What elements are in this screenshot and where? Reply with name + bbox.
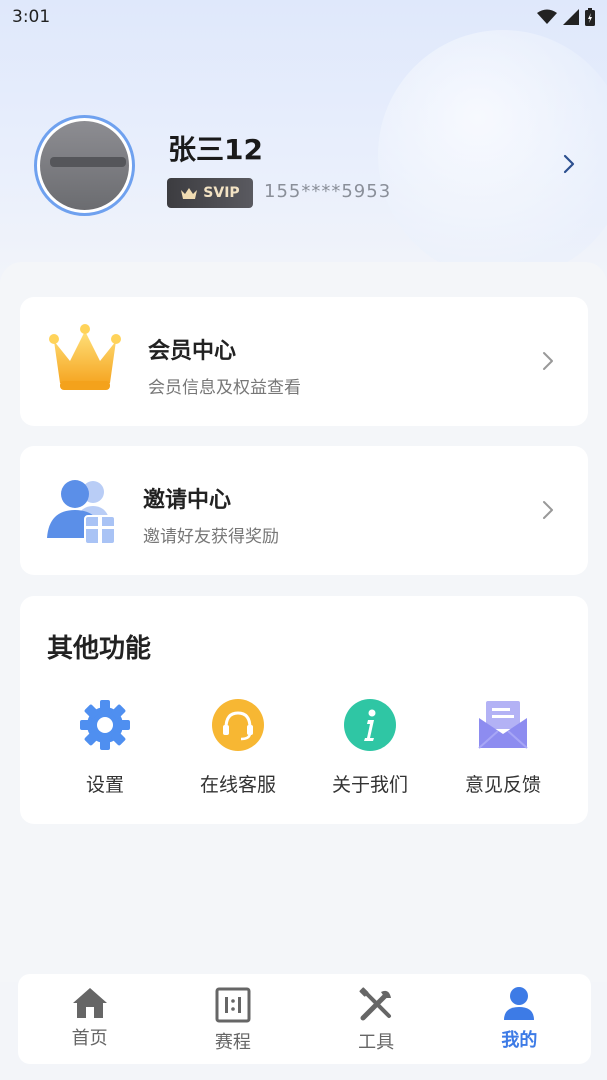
- settings-label: 设置: [85, 774, 124, 796]
- invite-center-subtitle: 邀请好友获得奖励: [143, 527, 279, 547]
- other-functions-card: 其他功能 设置 在线客服 关于我们 意见反馈: [20, 596, 588, 824]
- svip-label: SVIP: [203, 185, 240, 201]
- home-icon: [72, 988, 107, 1018]
- tab-home[interactable]: 首页: [18, 974, 161, 1064]
- user-name: 张三12: [168, 133, 263, 166]
- tab-home-label: 首页: [71, 1028, 108, 1049]
- about-us-item[interactable]: 关于我们: [310, 698, 430, 797]
- customer-service-item[interactable]: 在线客服: [178, 698, 298, 797]
- gear-icon: [80, 700, 130, 750]
- invite-user-icon: [47, 480, 116, 545]
- battery-icon: [585, 8, 595, 26]
- tools-icon: [359, 987, 392, 1021]
- tab-tools[interactable]: 工具: [305, 974, 448, 1064]
- chevron-right-icon: [543, 352, 553, 370]
- invite-center-title: 邀请中心: [143, 488, 232, 513]
- member-center-subtitle: 会员信息及权益查看: [148, 378, 301, 398]
- feedback-label: 意见反馈: [464, 774, 541, 796]
- customer-service-label: 在线客服: [199, 774, 276, 796]
- user-icon: [504, 987, 535, 1020]
- content-panel: 会员中心 会员信息及权益查看 邀请中心 邀请好友获得奖励 其他功能 设置 在线客…: [0, 262, 607, 982]
- schedule-icon: [215, 987, 251, 1023]
- avatar[interactable]: [34, 115, 135, 216]
- tab-mine-label: 我的: [501, 1030, 538, 1051]
- feedback-item[interactable]: 意见反馈: [443, 698, 563, 797]
- crown-small-icon: [181, 187, 198, 199]
- invite-center-card[interactable]: 邀请中心 邀请好友获得奖励: [20, 446, 588, 575]
- tab-mine[interactable]: 我的: [448, 974, 591, 1064]
- status-time: 3:01: [12, 7, 51, 27]
- bottom-tab-bar: 首页 赛程 工具 我的: [18, 974, 591, 1064]
- signal-icon: [563, 9, 579, 25]
- status-bar: 3:01: [0, 0, 607, 34]
- chevron-right-icon[interactable]: [562, 153, 576, 175]
- crown-icon: [49, 324, 121, 390]
- tab-tools-label: 工具: [358, 1032, 395, 1053]
- svip-badge: SVIP: [167, 178, 253, 208]
- settings-item[interactable]: 设置: [45, 698, 165, 797]
- phone-number: 155****5953: [264, 181, 392, 202]
- other-functions-title: 其他功能: [47, 634, 152, 664]
- tab-schedule[interactable]: 赛程: [161, 974, 304, 1064]
- about-us-label: 关于我们: [331, 774, 408, 796]
- member-center-card[interactable]: 会员中心 会员信息及权益查看: [20, 297, 588, 426]
- mail-icon: [478, 701, 528, 749]
- avatar-image: [40, 121, 129, 210]
- wifi-icon: [537, 9, 557, 24]
- chevron-right-icon: [543, 501, 553, 519]
- headset-icon: [212, 699, 264, 751]
- member-center-title: 会员中心: [148, 339, 237, 364]
- info-icon: [344, 699, 396, 751]
- tab-schedule-label: 赛程: [214, 1032, 251, 1053]
